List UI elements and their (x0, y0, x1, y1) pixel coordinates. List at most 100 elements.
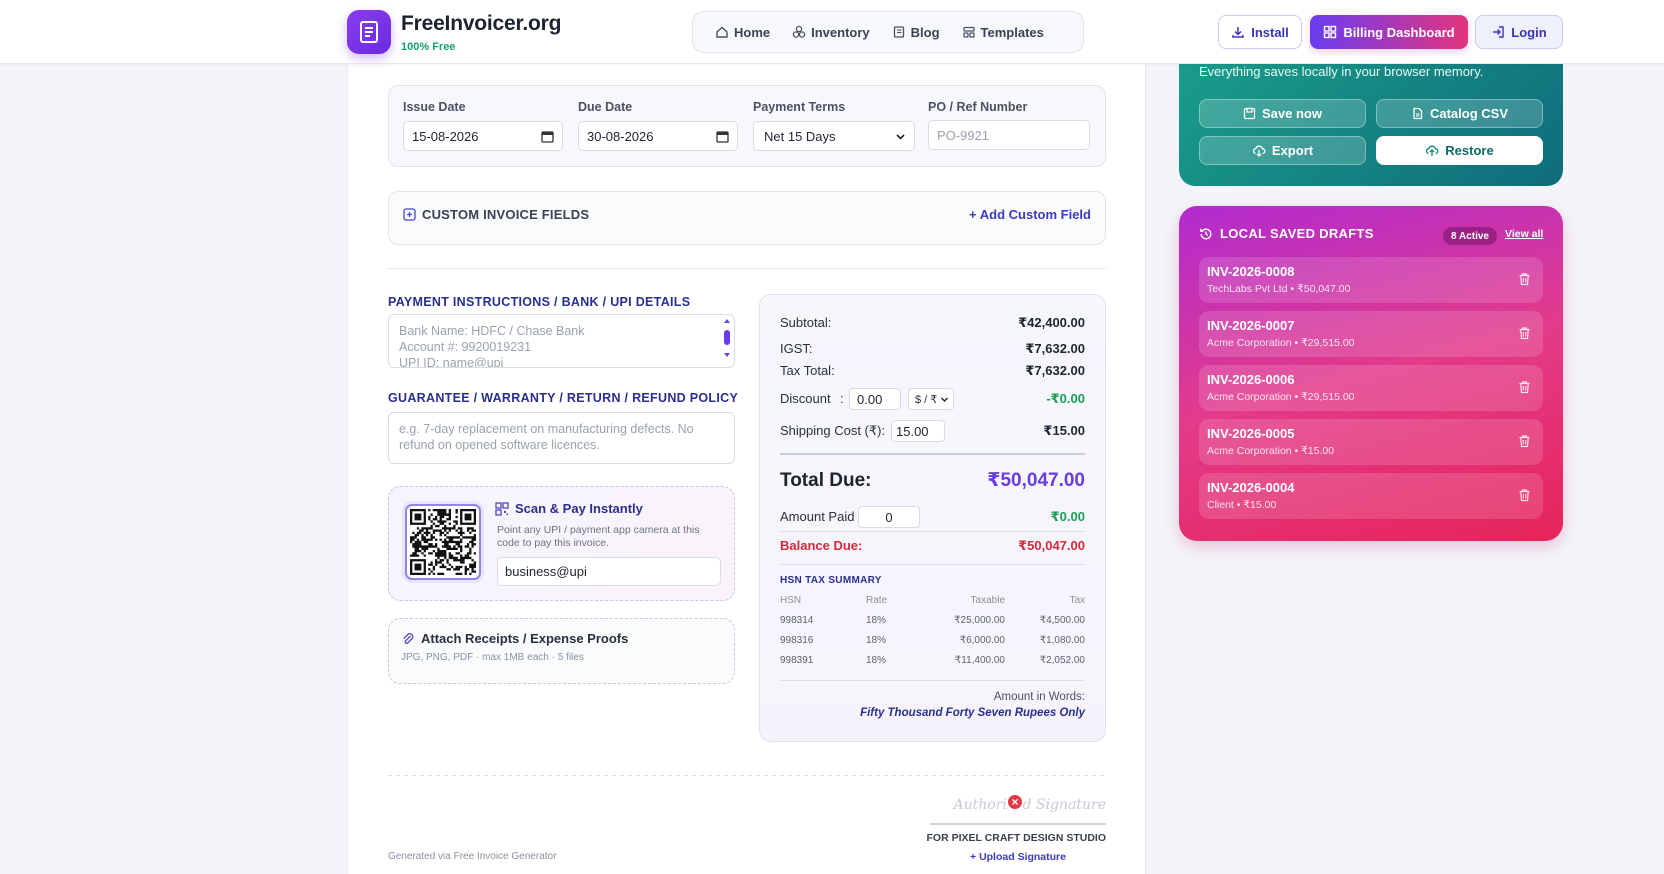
nav-home[interactable]: Home (715, 25, 770, 40)
po-ref-placeholder: PO-9921 (937, 127, 990, 143)
policy-heading: GUARANTEE / WARRANTY / RETURN / REFUND P… (388, 391, 739, 405)
calendar-icon (541, 131, 554, 143)
payment-placeholder-line: Bank Name: HDFC / Chase Bank (399, 324, 585, 338)
issue-date-label: Issue Date (403, 100, 466, 114)
brand-logo-icon[interactable] (347, 10, 391, 54)
list-item[interactable]: INV-2026-0008 TechLabs Pvt Ltd • ₹50,047… (1199, 257, 1543, 303)
subtotal-label: Subtotal: (780, 315, 832, 330)
discount-colon: : (840, 391, 844, 406)
policy-placeholder: e.g. 7-day replacement on manufacturing … (399, 422, 694, 452)
nav-inventory[interactable]: Inventory (792, 25, 870, 40)
trash-icon (1519, 273, 1530, 286)
login-icon (1493, 26, 1504, 38)
payment-terms-value: Net 15 Days (764, 128, 836, 144)
remove-signature-button[interactable]: × (1006, 793, 1024, 811)
hsn-taxable: ₹25,000.00 (954, 615, 1005, 626)
discount-type-select[interactable]: $ / ₹ (908, 388, 954, 410)
trash-icon (1519, 327, 1530, 340)
install-label: Install (1251, 24, 1289, 40)
book-icon (893, 26, 904, 38)
custom-fields-title-text: CUSTOM INVOICE FIELDS (422, 207, 590, 222)
draft-client-amount: Acme Corporation • ₹15.00 (1207, 445, 1335, 457)
upi-id-input[interactable]: business@upi (497, 557, 721, 586)
hsn-tax: ₹1,080.00 (1039, 635, 1085, 646)
file-icon (1413, 107, 1423, 120)
amount-paid-input[interactable]: 0 (858, 506, 920, 528)
discount-input[interactable]: 0.00 (849, 388, 901, 410)
attach-receipts-dropzone[interactable]: Attach Receipts / Expense Proofs JPG, PN… (388, 618, 735, 684)
hsn-col-rate: Rate (866, 595, 888, 606)
total-due-value: ₹50,047.00 (987, 470, 1085, 491)
list-item[interactable]: INV-2026-0004 Client • ₹15.00 (1199, 473, 1543, 519)
discount-input-value: 0.00 (857, 391, 883, 407)
footer-divider (388, 775, 1106, 776)
view-all-drafts-link[interactable]: View all (1505, 228, 1543, 240)
discount-label: Discount (780, 391, 831, 406)
saved-drafts-panel: LOCAL SAVED DRAFTS 8 Active View all INV… (1179, 206, 1563, 541)
trash-icon (1519, 435, 1530, 448)
payment-instructions-textarea[interactable]: Bank Name: HDFC / Chase Bank Account #: … (388, 314, 735, 368)
table-row: 998391 18% ₹11,400.00 ₹2,052.00 (780, 655, 1085, 675)
po-ref-label: PO / Ref Number (928, 100, 1028, 114)
nav-blog[interactable]: Blog (892, 25, 940, 40)
add-custom-field-button[interactable]: + Add Custom Field (969, 207, 1091, 222)
billing-dashboard-button[interactable]: Billing Dashboard (1310, 15, 1468, 49)
draft-client-amount: TechLabs Pvt Ltd • ₹50,047.00 (1207, 283, 1351, 295)
issue-date-value: 15-08-2026 (412, 128, 479, 144)
history-icon (1200, 228, 1212, 239)
install-button[interactable]: Install (1218, 15, 1302, 49)
totals-divider (780, 453, 1085, 455)
total-due-label: Total Due: (780, 470, 872, 491)
hsn-rate: 18% (866, 615, 887, 626)
export-label: Export (1271, 143, 1314, 158)
draft-client-amount: Acme Corporation • ₹29,515.00 (1207, 337, 1355, 349)
nav-templates[interactable]: Templates (962, 25, 1044, 40)
attach-receipts-title: Attach Receipts / Expense Proofs (401, 631, 628, 646)
balance-due-label: Balance Due: (780, 538, 863, 553)
due-date-value: 30-08-2026 (587, 128, 654, 144)
attach-receipts-hint: JPG, PNG, PDF · max 1MB each · 5 files (401, 652, 584, 663)
section-divider (388, 268, 1106, 269)
totals-divider (780, 564, 1085, 565)
qr-code-icon (410, 509, 476, 575)
hsn-col-hsn: HSN (780, 595, 802, 606)
catalog-csv-button[interactable]: Catalog CSV (1376, 99, 1543, 128)
hsn-rate: 18% (866, 655, 887, 666)
list-item[interactable]: INV-2026-0006 Acme Corporation • ₹29,515… (1199, 365, 1543, 411)
po-ref-input[interactable]: PO-9921 (928, 120, 1090, 150)
scrollbar (724, 319, 730, 357)
policy-textarea[interactable]: e.g. 7-day replacement on manufacturing … (388, 412, 735, 464)
export-button[interactable]: Export (1199, 136, 1366, 165)
cloud-download-icon (1252, 145, 1266, 157)
due-date-input[interactable]: 30-08-2026 (578, 121, 738, 151)
brand-tagline: 100% Free (401, 41, 456, 53)
draft-invoice-id: INV-2026-0007 (1207, 318, 1295, 333)
shipping-cost-input[interactable]: 15.00 (891, 420, 945, 442)
hsn-summary-heading: HSN TAX SUMMARY (780, 575, 882, 586)
hsn-code: 998391 (780, 655, 814, 666)
subtotal-value: ₹42,400.00 (1018, 315, 1085, 330)
brand-name[interactable]: FreeInvoicer.org (401, 12, 561, 36)
payment-terms-select[interactable]: Net 15 Days (753, 121, 915, 151)
main-nav: Home Inventory Blog Templates (692, 11, 1084, 53)
nav-inventory-label: Inventory (811, 24, 870, 40)
plus-square-icon (403, 208, 416, 221)
payment-placeholder-line: UPI ID: name@upi (399, 356, 504, 368)
saved-drafts-title-text: LOCAL SAVED DRAFTS (1220, 226, 1374, 241)
grid-icon (1324, 25, 1337, 39)
save-now-button[interactable]: Save now (1199, 99, 1366, 128)
list-item[interactable]: INV-2026-0005 Acme Corporation • ₹15.00 (1199, 419, 1543, 465)
hsn-taxable: ₹6,000.00 (959, 635, 1005, 646)
trash-icon (1519, 381, 1530, 394)
saved-drafts-title: LOCAL SAVED DRAFTS (1199, 226, 1374, 241)
list-item[interactable]: INV-2026-0007 Acme Corporation • ₹29,515… (1199, 311, 1543, 357)
login-button[interactable]: Login (1475, 15, 1563, 49)
hsn-header-row: HSN Rate Taxable Tax (780, 595, 1085, 615)
custom-fields-title: CUSTOM INVOICE FIELDS (403, 207, 589, 222)
download-icon (1232, 27, 1244, 38)
restore-button[interactable]: Restore (1376, 136, 1543, 165)
upload-signature-button[interactable]: + Upload Signature (970, 851, 1066, 863)
issue-date-input[interactable]: 15-08-2026 (403, 121, 563, 151)
amount-paid-label: Amount Paid (780, 509, 855, 524)
restore-label: Restore (1445, 143, 1494, 158)
